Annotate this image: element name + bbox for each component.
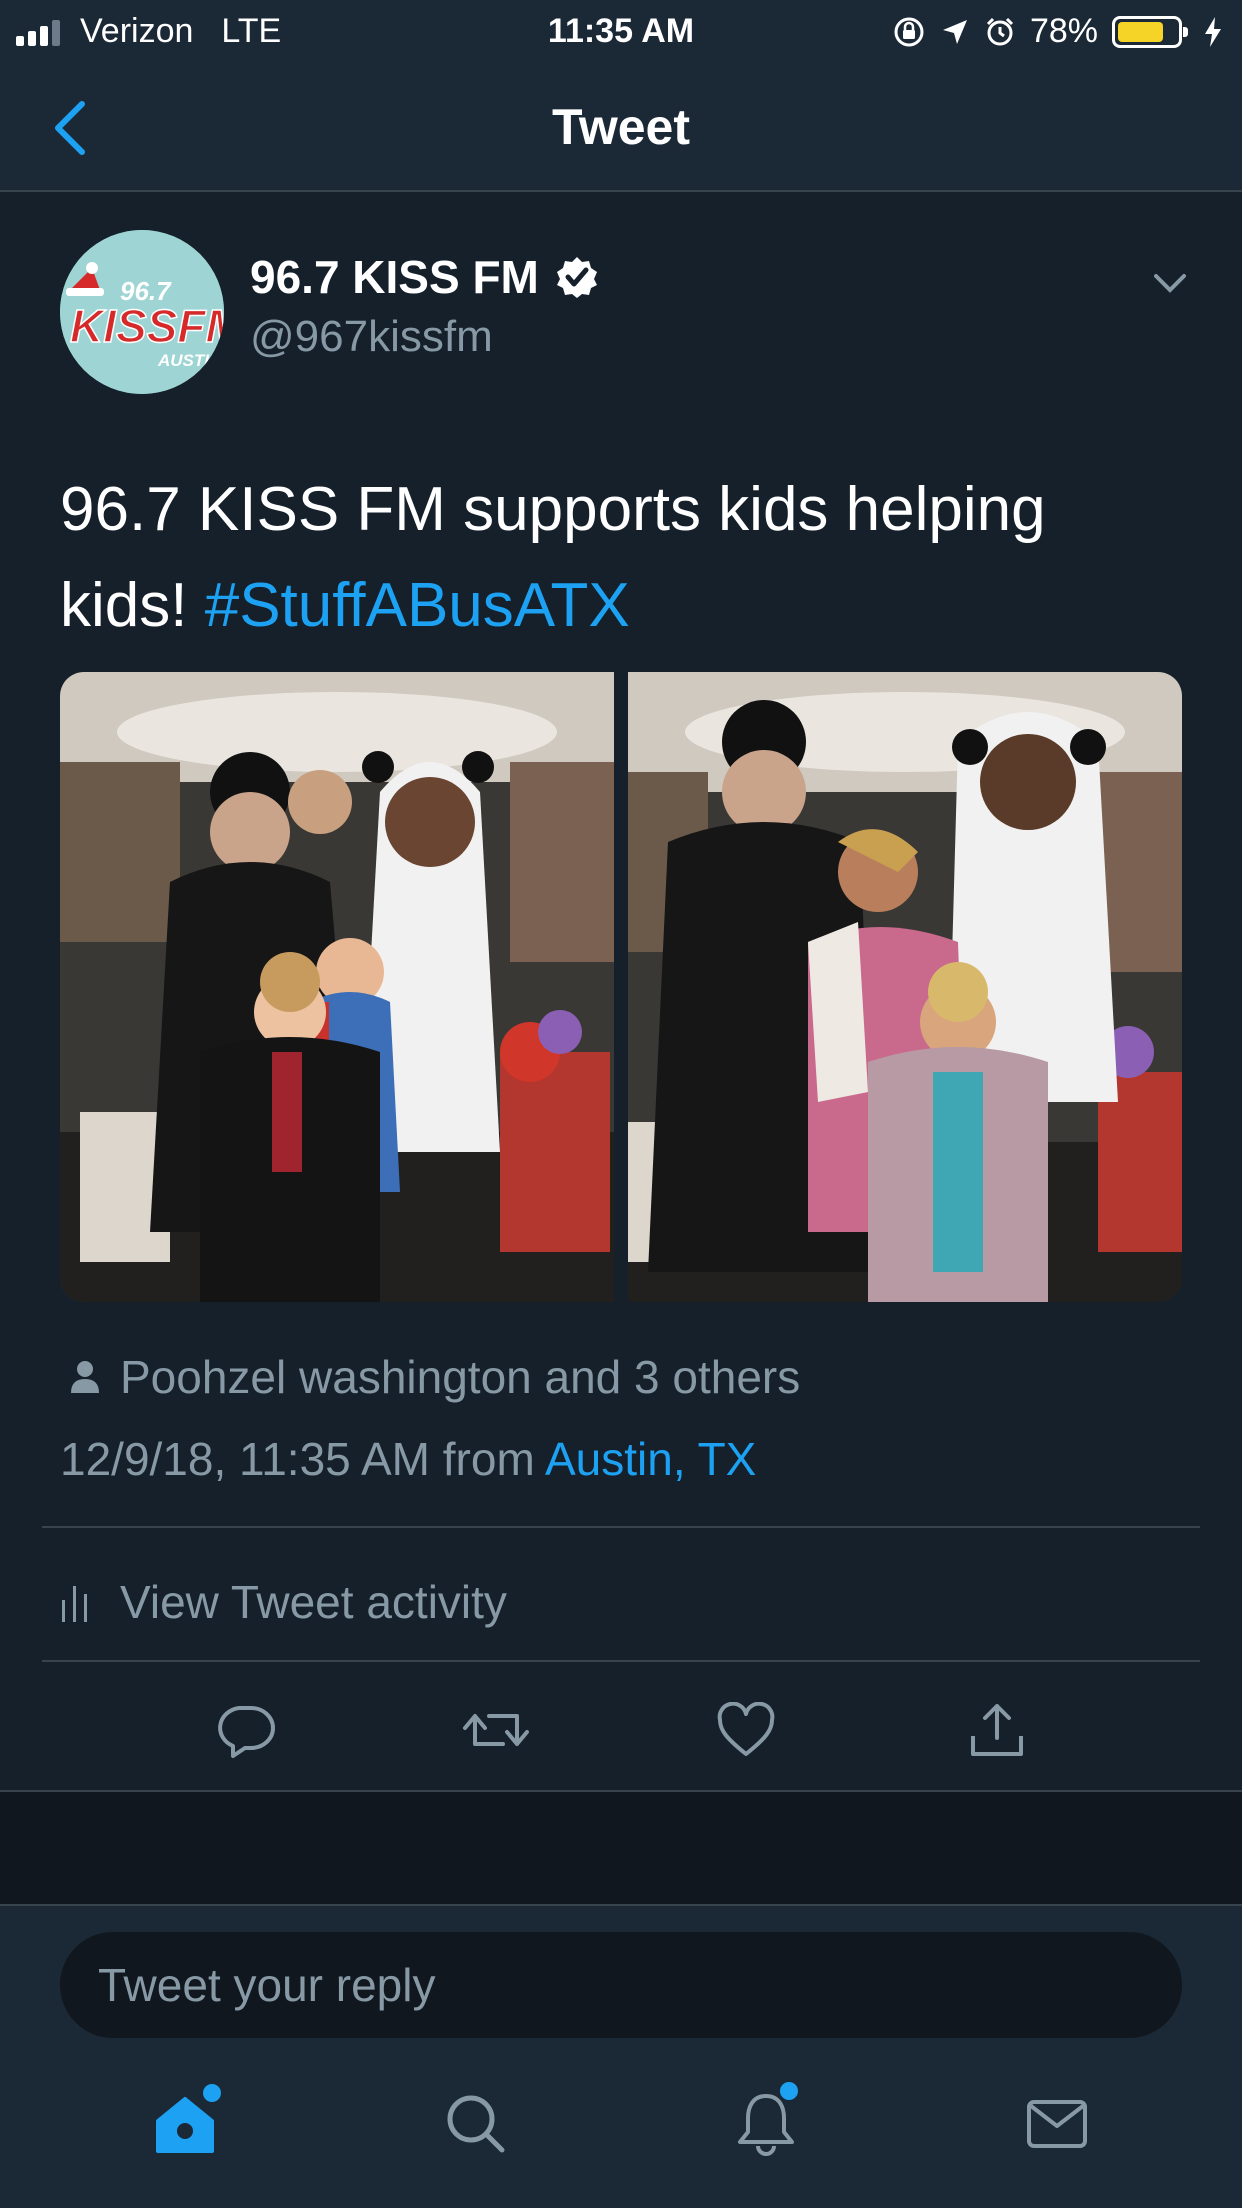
like-button[interactable] (706, 1690, 786, 1770)
reply-bar (0, 1904, 1242, 2038)
share-icon (970, 1704, 1023, 1756)
hashtag-link[interactable]: #StuffABusATX (205, 571, 630, 640)
group-photo-bus-1 (60, 672, 614, 1302)
search-icon (447, 2095, 505, 2153)
divider (42, 1660, 1200, 1662)
author-handle[interactable]: @967kissfm (250, 312, 493, 362)
tweet-actions (0, 1690, 1242, 1790)
retweet-button[interactable] (456, 1690, 536, 1770)
status-bar: Verizon LTE 11:35 AM 78% (0, 0, 1242, 62)
tweet-text: 96.7 KISS FM supports kids helping kids!… (60, 462, 1190, 654)
divider (42, 1526, 1200, 1528)
tweet-photo-1[interactable] (60, 672, 614, 1302)
nav-bar: Tweet (0, 62, 1242, 192)
likes-summary-text: Poohzel washington and 3 others (120, 1351, 801, 1403)
tab-bar (0, 2040, 1242, 2208)
kissfm-logo: 96.7 KISSFM AUSTIN (60, 230, 224, 394)
tweet-options-button[interactable] (1150, 268, 1190, 298)
tab-search[interactable] (426, 2074, 526, 2174)
page-title: Tweet (552, 99, 690, 155)
avatar[interactable]: 96.7 KISSFM AUSTIN (60, 230, 224, 394)
timestamp-text: 12/9/18, 11:35 AM from (60, 1433, 545, 1485)
empty-area (0, 1792, 1242, 1904)
bell-icon (738, 2094, 795, 2156)
tab-messages[interactable] (1007, 2074, 1107, 2174)
location-arrow-icon (942, 19, 967, 44)
share-button[interactable] (957, 1690, 1037, 1770)
retweet-icon (462, 1714, 529, 1746)
tweet-photo-2[interactable] (628, 672, 1182, 1302)
bar-chart-icon (62, 1586, 87, 1622)
reply-icon (218, 1706, 276, 1758)
view-tweet-activity[interactable]: View Tweet activity (60, 1552, 1180, 1652)
tab-notifications[interactable] (716, 2074, 816, 2174)
group-photo-bus-2 (628, 672, 1182, 1302)
rotation-lock-icon (894, 17, 924, 46)
status-right: 78% (892, 12, 1224, 51)
location-link[interactable]: Austin, TX (545, 1433, 756, 1485)
tab-home[interactable] (135, 2074, 235, 2174)
chevron-down-icon (1154, 274, 1186, 293)
heart-icon (717, 1702, 775, 1756)
activity-label: View Tweet activity (120, 1576, 507, 1628)
reply-button[interactable] (205, 1690, 285, 1770)
verified-badge-icon (556, 257, 597, 298)
likes-summary[interactable]: Poohzel washington and 3 others (70, 1350, 800, 1404)
screen: Verizon LTE 11:35 AM 78% Tweet 96.7 KISS… (0, 0, 1242, 2208)
tweet-timestamp: 12/9/18, 11:35 AM from Austin, TX (60, 1432, 756, 1486)
tweet-detail: 96.7 KISSFM AUSTIN 96.7 KISS FM @967kiss… (0, 192, 1242, 1792)
battery-percent: 78% (1029, 12, 1098, 50)
battery-icon (1112, 15, 1188, 48)
tweet-media (60, 672, 1182, 1302)
reply-input[interactable] (60, 1932, 1182, 2038)
charging-bolt-icon (1205, 16, 1221, 47)
envelope-icon (1026, 2100, 1087, 2148)
author-name-row: 96.7 KISS FM (250, 250, 599, 304)
svg-text:AUSTIN: AUSTIN (157, 351, 222, 370)
alarm-icon (986, 17, 1013, 45)
display-name[interactable]: 96.7 KISS FM (250, 250, 539, 304)
battery-fill (1118, 21, 1164, 42)
person-icon (71, 1361, 99, 1393)
svg-text:KISSFM: KISSFM (70, 300, 224, 352)
